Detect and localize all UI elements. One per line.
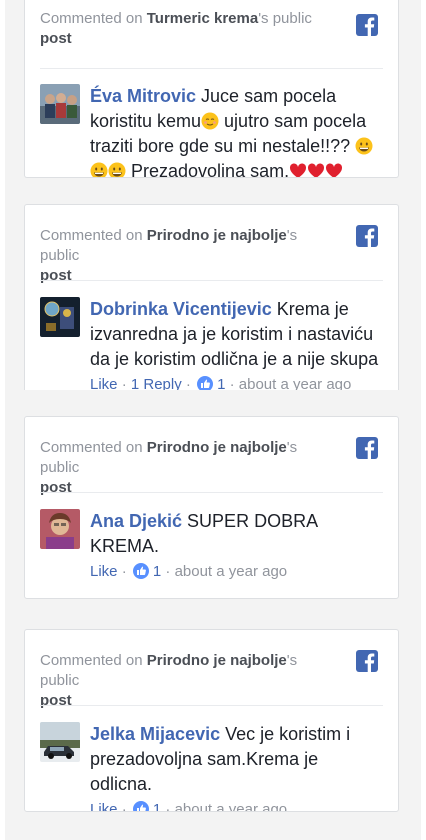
separator: · <box>161 563 175 580</box>
avatar[interactable] <box>40 722 80 762</box>
separator: · <box>225 376 239 390</box>
grinning-emoji <box>90 162 108 177</box>
heart-emoji <box>326 163 343 177</box>
public-label: 's public <box>258 10 312 27</box>
like-count[interactable]: 1 <box>217 375 225 390</box>
comment-card-4: Commented on Prirodno je najbolje's publ… <box>24 629 399 812</box>
like-count[interactable]: 1 <box>153 800 161 811</box>
grinning-emoji <box>355 137 373 155</box>
like-link[interactable]: Like <box>90 375 118 390</box>
like-count[interactable]: 1 <box>153 562 161 582</box>
page-link[interactable]: Prirodno je najbolje <box>147 439 287 456</box>
post-link[interactable]: post <box>40 479 72 496</box>
card-header: Commented on Prirodno je najbolje's publ… <box>40 226 340 286</box>
commented-on-label: Commented on <box>40 652 147 669</box>
comment-meta: Like · 1 Reply · 1 · about a year ago <box>90 375 385 390</box>
avatar[interactable] <box>40 297 80 337</box>
heart-emoji <box>308 163 325 177</box>
post-link[interactable]: post <box>40 30 72 47</box>
card-divider <box>40 280 383 281</box>
comment-time[interactable]: about a year ago <box>175 562 288 582</box>
comment-author[interactable]: Éva Mitrovic <box>90 86 196 106</box>
like-thumb-icon <box>197 376 214 390</box>
reply-link[interactable]: 1 Reply <box>131 375 182 390</box>
page-link[interactable]: Turmeric krema <box>147 10 258 27</box>
facebook-icon[interactable] <box>356 437 378 459</box>
comment-text: Ana Djekić SUPER DOBRA KREMA. Like · 1 ·… <box>90 509 385 582</box>
card-divider <box>40 68 383 69</box>
comment-time[interactable]: about a year ago <box>175 800 288 811</box>
facebook-icon[interactable] <box>356 225 378 247</box>
card-divider <box>40 492 383 493</box>
commented-on-label: Commented on <box>40 227 147 244</box>
comment-text-part: Prezadovoljna sam. <box>126 161 290 178</box>
comment-text: Dobrinka Vicentijevic Krema je izvanredn… <box>90 297 385 390</box>
comment-text: Jelka Mijacevic Vec je koristim i prezad… <box>90 722 385 812</box>
comment-author[interactable]: Dobrinka Vicentijevic <box>90 299 272 319</box>
comment-author[interactable]: Jelka Mijacevic <box>90 724 220 744</box>
grinning-emoji <box>108 162 126 177</box>
card-header: Commented on Turmeric krema's public pos… <box>40 9 340 49</box>
card-header: Commented on Prirodno je najbolje's publ… <box>40 651 340 711</box>
post-link[interactable]: post <box>40 267 72 284</box>
card-header: Commented on Prirodno je najbolje's publ… <box>40 438 340 498</box>
post-link[interactable]: post <box>40 692 72 709</box>
comment-author[interactable]: Ana Djekić <box>90 511 182 531</box>
comment-text: Éva Mitrovic Juce sam pocela koristitu k… <box>90 84 385 178</box>
commented-on-label: Commented on <box>40 10 147 27</box>
like-link[interactable]: Like <box>90 800 118 811</box>
comment-card-2: Commented on Prirodno je najbolje's publ… <box>24 204 399 390</box>
comment-meta: Like · 1 · about a year ago <box>90 800 385 812</box>
separator: · <box>161 801 175 812</box>
comment-time[interactable]: about a year ago <box>239 375 352 390</box>
heart-emoji <box>290 163 307 177</box>
like-thumb-icon <box>132 563 149 579</box>
card-divider <box>40 705 383 706</box>
comment-card-1: Commented on Turmeric krema's public pos… <box>24 0 399 178</box>
page-link[interactable]: Prirodno je najbolje <box>147 652 287 669</box>
relieved-emoji <box>201 112 219 130</box>
avatar[interactable] <box>40 509 80 549</box>
separator: · <box>117 376 131 390</box>
separator: · <box>117 801 131 812</box>
like-link[interactable]: Like <box>90 562 118 582</box>
facebook-icon[interactable] <box>356 14 378 36</box>
separator: · <box>117 563 131 580</box>
comment-meta: Like · 1 · about a year ago <box>90 562 385 582</box>
commented-on-label: Commented on <box>40 439 147 456</box>
separator: · <box>181 376 196 390</box>
comment-card-3: Commented on Prirodno je najbolje's publ… <box>24 416 399 599</box>
avatar[interactable] <box>40 84 80 124</box>
like-thumb-icon <box>132 801 149 811</box>
page-link[interactable]: Prirodno je najbolje <box>147 227 287 244</box>
facebook-icon[interactable] <box>356 650 378 672</box>
